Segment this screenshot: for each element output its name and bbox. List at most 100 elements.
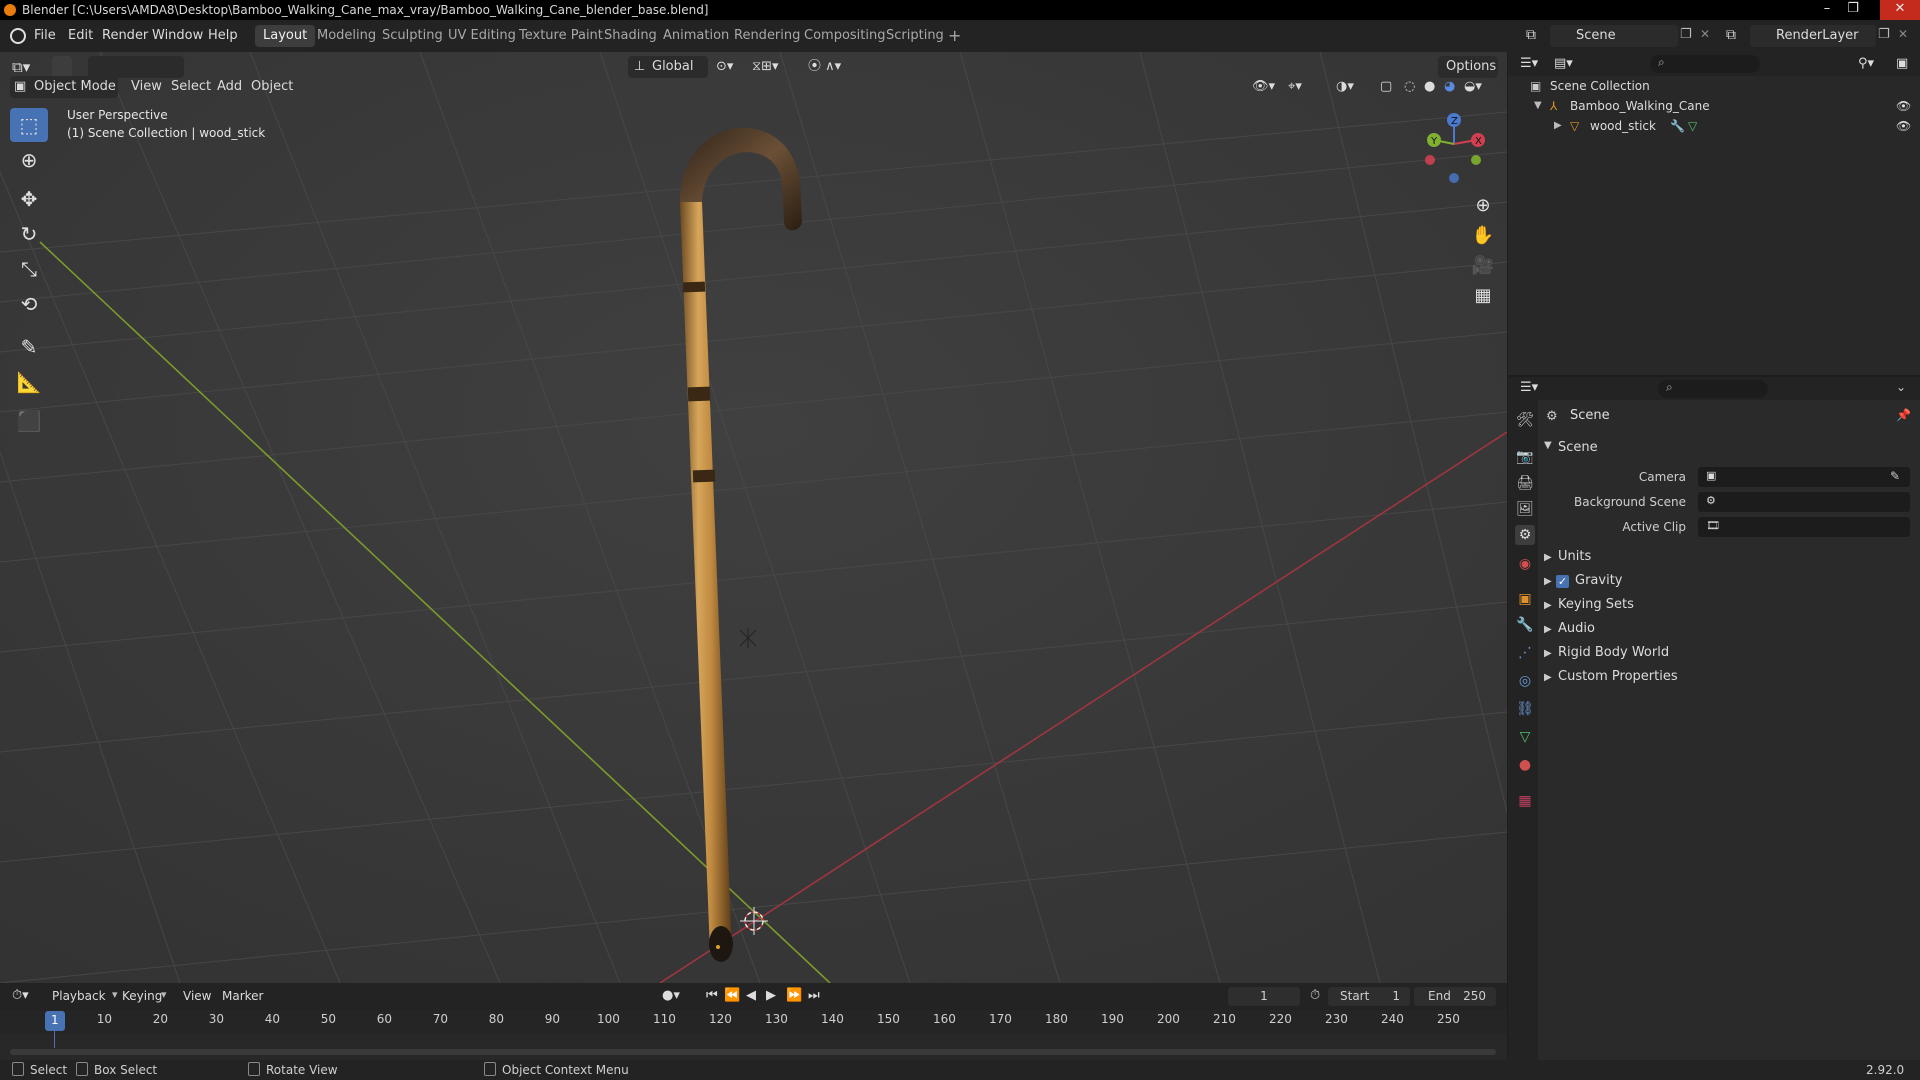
data-tab-icon[interactable]: ▽ — [1515, 727, 1535, 747]
properties-editor-type-icon[interactable]: ☰▾ — [1520, 380, 1538, 395]
perspective-toggle-icon[interactable]: ▦ — [1468, 280, 1498, 310]
minimize-button[interactable]: – — [1816, 0, 1838, 20]
chevron-down-icon[interactable]: ⌄ — [1896, 380, 1906, 394]
gizmo-toggle-icon[interactable]: ⌖▾ — [1288, 76, 1302, 98]
gravity-section-header[interactable]: Gravity — [1575, 570, 1622, 592]
remove-renderlayer-icon[interactable]: ✕ — [1898, 27, 1908, 41]
menu-keying[interactable]: Keying — [122, 989, 162, 1003]
timeline-editor-type-icon[interactable]: ⏱▾ — [12, 988, 29, 1003]
section-expanded-arrow-icon[interactable]: ▼ — [1544, 440, 1552, 451]
filter-icon[interactable]: ⚲▾ — [1858, 56, 1874, 71]
material-tab-icon[interactable]: ● — [1515, 755, 1535, 775]
scene-tab-icon[interactable]: ⚙ — [1515, 525, 1535, 545]
zoom-icon[interactable]: ⊕ — [1468, 190, 1498, 220]
tab-animation[interactable]: Animation — [655, 25, 737, 47]
current-frame-field[interactable]: 1 — [1228, 987, 1300, 1006]
gravity-checkbox[interactable]: ✓ — [1556, 575, 1569, 588]
output-tab-icon[interactable]: 🖨 — [1515, 473, 1535, 493]
collapsed-arrow-icon[interactable]: ▶ — [1544, 648, 1552, 659]
collapsed-arrow-icon[interactable]: ▶ — [1544, 552, 1552, 563]
background-scene-field[interactable]: ⚙ — [1698, 492, 1910, 512]
menu-playback[interactable]: Playback — [52, 989, 106, 1003]
outliner-row-scene-collection[interactable]: ▣ Scene Collection — [1508, 76, 1920, 96]
renderlayer-browse-icon[interactable]: ⧉ — [1726, 27, 1736, 43]
visibility-icon[interactable]: 👁▾ — [1252, 76, 1275, 98]
menu-marker[interactable]: Marker — [222, 989, 263, 1003]
select-tool-mode-icon[interactable] — [52, 56, 72, 78]
rotate-tool-icon[interactable]: ↻ — [10, 217, 48, 251]
menu-add[interactable]: Add — [217, 76, 242, 98]
snap-icon[interactable]: ⧖⊞▾ — [752, 56, 779, 78]
keying-sets-section-header[interactable]: Keying Sets — [1558, 594, 1634, 616]
scene-browse-icon[interactable]: ⧉ — [1526, 27, 1536, 43]
world-tab-icon[interactable]: ◉ — [1515, 554, 1535, 574]
menu-render[interactable]: Render — [102, 28, 148, 43]
collapsed-arrow-icon[interactable]: ▶ — [1544, 576, 1552, 587]
blender-menu-icon[interactable] — [10, 28, 26, 44]
maximize-button[interactable]: ❐ — [1842, 0, 1864, 20]
modifiers-tab-icon[interactable]: 🔧 — [1515, 615, 1535, 635]
texture-tab-icon[interactable]: ▦ — [1515, 791, 1535, 811]
prev-keyframe-icon[interactable]: ⏪ — [724, 988, 740, 1003]
end-frame-field[interactable]: End 250 — [1414, 987, 1496, 1006]
annotate-tool-icon[interactable]: ✎ — [10, 330, 48, 364]
measure-tool-icon[interactable]: 📐 — [10, 365, 48, 399]
scene-section-header[interactable]: Scene — [1558, 437, 1598, 459]
xray-toggle-icon[interactable]: ▢ — [1380, 76, 1392, 98]
close-button[interactable]: ✕ — [1880, 0, 1920, 20]
add-workspace-button[interactable]: + — [940, 25, 969, 47]
proportional-edit-icon[interactable]: ⦿ ∧▾ — [808, 56, 841, 78]
eyedropper-icon[interactable]: ✎ — [1890, 469, 1900, 483]
add-cube-tool-icon[interactable]: ⬛ — [10, 404, 48, 438]
new-renderlayer-icon[interactable]: ❐ — [1878, 27, 1890, 42]
navigation-gizmo[interactable]: Z X Y — [1410, 104, 1500, 194]
visibility-eye-icon[interactable]: 👁 — [1896, 116, 1911, 136]
menu-select[interactable]: Select — [171, 76, 211, 98]
scale-tool-icon[interactable]: ⤡ — [10, 252, 48, 286]
menu-object[interactable]: Object — [251, 76, 293, 98]
camera-view-icon[interactable]: 🎥 — [1468, 250, 1498, 280]
visibility-eye-icon[interactable]: 👁 — [1896, 96, 1911, 116]
outliner-row-wood-stick[interactable]: ▶ ▽ wood_stick 🔧 ▽ 👁 — [1508, 116, 1920, 136]
jump-end-icon[interactable]: ⏭ — [808, 988, 820, 1003]
next-keyframe-icon[interactable]: ⏩ — [786, 988, 802, 1003]
expand-arrow-icon[interactable]: ▼ — [1534, 96, 1542, 116]
menu-file[interactable]: File — [34, 28, 56, 43]
pan-hand-icon[interactable]: ✋ — [1468, 220, 1498, 250]
new-collection-icon[interactable]: ▣ — [1896, 56, 1908, 71]
tab-layout[interactable]: Layout — [255, 25, 316, 47]
collapsed-arrow-icon[interactable]: ▶ — [1544, 600, 1552, 611]
tool-tab-icon[interactable]: 🛠 — [1515, 410, 1535, 430]
custom-properties-section-header[interactable]: Custom Properties — [1558, 666, 1678, 688]
shading-material-icon[interactable]: ◕ — [1444, 76, 1455, 98]
selection-mode-buttons[interactable] — [88, 56, 184, 78]
3d-viewport[interactable] — [0, 52, 1507, 983]
outliner-editor-type-icon[interactable]: ☰▾ — [1520, 56, 1538, 71]
record-keyframe-icon[interactable]: ●▾ — [662, 988, 680, 1003]
menu-help[interactable]: Help — [208, 28, 238, 43]
shading-wireframe-icon[interactable]: ◌ — [1404, 76, 1415, 98]
timeline-track[interactable] — [0, 1034, 1507, 1060]
tab-modeling[interactable]: Modeling — [309, 25, 384, 47]
particles-tab-icon[interactable]: ⋰ — [1515, 643, 1535, 663]
properties-search-input[interactable] — [1658, 380, 1768, 398]
render-tab-icon[interactable]: 📷 — [1515, 447, 1535, 467]
scene-selector[interactable]: Scene — [1550, 25, 1678, 47]
overlay-toggle-icon[interactable]: ◑▾ — [1336, 76, 1354, 98]
cursor-tool-icon[interactable]: ⊕ — [10, 143, 48, 177]
collapsed-arrow-icon[interactable]: ▶ — [1544, 672, 1552, 683]
move-tool-icon[interactable]: ✥ — [10, 182, 48, 216]
menu-window[interactable]: Window — [152, 28, 203, 43]
new-scene-icon[interactable]: ❐ — [1680, 27, 1692, 42]
constraints-tab-icon[interactable]: ⛓ — [1515, 699, 1535, 719]
shading-rendered-icon[interactable]: ◒▾ — [1464, 76, 1482, 98]
active-clip-field[interactable]: 🎞 — [1698, 517, 1910, 537]
remove-scene-icon[interactable]: ✕ — [1700, 27, 1710, 41]
menu-timeline-view[interactable]: View — [183, 989, 211, 1003]
rigid-body-world-section-header[interactable]: Rigid Body World — [1558, 642, 1669, 664]
timeline-scrollbar[interactable] — [10, 1049, 1496, 1055]
display-mode-icon[interactable]: ▤▾ — [1554, 56, 1573, 71]
collapsed-arrow-icon[interactable]: ▶ — [1544, 624, 1552, 635]
camera-field[interactable]: ▣ ✎ — [1698, 467, 1910, 487]
pivot-point-icon[interactable]: ⊙▾ — [716, 56, 733, 78]
